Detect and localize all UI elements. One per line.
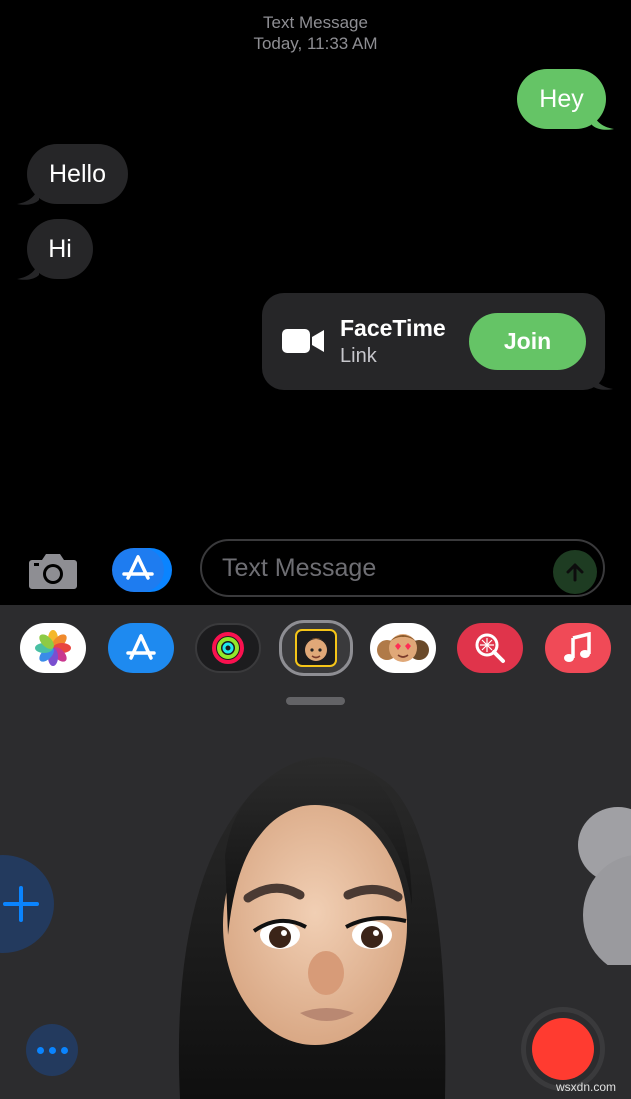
memoji-stickers-app-icon[interactable]: [370, 623, 436, 673]
photos-app-icon[interactable]: [20, 623, 86, 673]
new-memoji-button[interactable]: [0, 855, 54, 953]
message-text: Hello: [49, 159, 106, 188]
facetime-subtitle: Link: [340, 345, 377, 367]
bubble-tail: [591, 369, 613, 390]
record-icon: [532, 1018, 594, 1080]
facetime-link-card[interactable]: FaceTime Link Join: [262, 293, 605, 390]
bubble-tail: [17, 259, 39, 280]
memoji-character: [178, 757, 446, 1099]
bubble-tail: [17, 184, 39, 205]
bubble-tail: [592, 109, 614, 130]
watermark: wsxdn.com: [556, 1080, 617, 1094]
service-label: Text Message: [263, 13, 368, 32]
plus-icon: [3, 886, 39, 922]
facetime-title: FaceTime: [340, 315, 446, 341]
video-camera-icon: [282, 329, 324, 353]
ellipsis-icon: [36, 1046, 44, 1054]
memoji-app-icon[interactable]: [279, 620, 353, 676]
send-button[interactable]: [553, 550, 597, 594]
camera-icon[interactable]: [28, 550, 78, 590]
timestamp: Today, 11:33 AM: [253, 34, 378, 53]
message-bubble-incoming[interactable]: Hello: [27, 144, 128, 204]
join-button[interactable]: Join: [469, 313, 586, 370]
message-text: Hey: [539, 84, 584, 113]
conversation-header: Text Message Today, 11:33 AM: [0, 12, 631, 54]
record-button[interactable]: [521, 1007, 605, 1091]
message-text: Hi: [48, 234, 72, 263]
arrow-up-icon: [566, 563, 584, 582]
music-app-icon[interactable]: [545, 623, 611, 673]
app-store-icon[interactable]: [112, 548, 172, 592]
web-images-search-icon[interactable]: [457, 623, 523, 673]
fitness-app-icon[interactable]: [195, 623, 261, 673]
message-input[interactable]: [200, 539, 605, 597]
message-composer: [0, 535, 631, 605]
app-strip: [0, 605, 631, 685]
drawer-grabber[interactable]: [286, 697, 345, 705]
imessage-app-drawer: [0, 605, 631, 1099]
next-memoji-preview[interactable]: [568, 805, 631, 965]
more-options-button[interactable]: [26, 1024, 78, 1076]
app-store-app-icon[interactable]: [108, 623, 174, 673]
